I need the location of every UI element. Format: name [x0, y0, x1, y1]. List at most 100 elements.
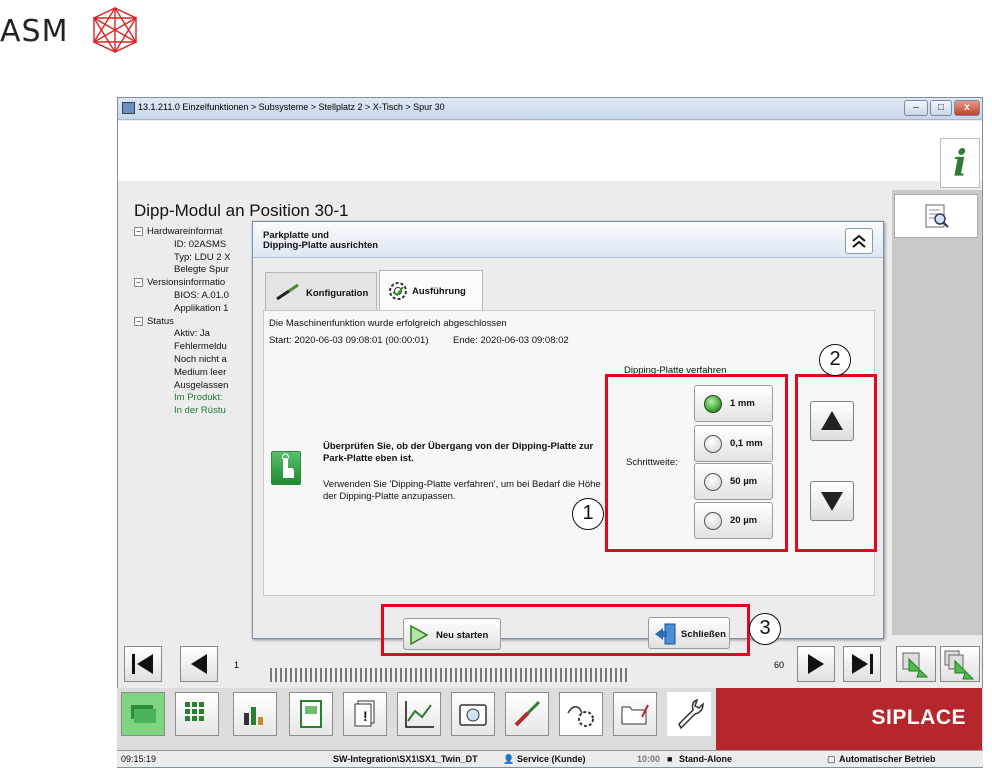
folder-icon [621, 704, 649, 725]
tree-node[interactable]: Aktiv: Ja [134, 328, 254, 341]
right-panel [892, 190, 982, 635]
asm-logo-text: ASM [0, 14, 69, 49]
tree-expander-icon[interactable]: − [134, 278, 143, 288]
next-page-button[interactable] [797, 646, 835, 682]
minimize-button[interactable]: – [904, 100, 928, 116]
header-area [118, 121, 982, 181]
status-state-icon: ▢ [827, 754, 836, 764]
tree-node-label: Versionsinformatio [147, 277, 226, 289]
instruction-text: Verwenden Sie 'Dipping-Platte verfahren'… [323, 479, 601, 502]
start-time: Start: 2020-06-03 09:08:01 (00:00:01) [269, 335, 429, 346]
align-dialog: Parkplatte und Dipping-Platte ausrichten… [252, 221, 884, 639]
tree-node-label: Applikation 1 [174, 302, 229, 314]
highlight-step-group [605, 374, 788, 552]
magnifier-document-icon [925, 204, 949, 228]
callout-2: 2 [819, 344, 851, 376]
first-page-button[interactable] [124, 646, 162, 682]
return-all-button[interactable] [940, 646, 980, 682]
tb-messages-button[interactable]: ! [343, 692, 387, 736]
tree-node-label: Aktiv: Ja [174, 328, 210, 340]
tb-chart-button[interactable] [397, 692, 441, 736]
info-icon: i [953, 143, 967, 185]
info-button[interactable]: i [940, 138, 980, 188]
status-time2: 10:00 [637, 754, 661, 764]
tree-node[interactable]: Medium leer [134, 367, 254, 380]
tree-node-label: Im Produkt: [174, 392, 223, 404]
screwdriver-tool-icon [514, 700, 541, 727]
tree-node-label: ID: 02ASMS [174, 238, 227, 250]
tb-tool-button[interactable] [505, 692, 549, 736]
tab-konfiguration[interactable]: Konfiguration [265, 272, 377, 310]
screwdriver-icon [276, 283, 299, 301]
tree-node-label: Status [147, 315, 174, 327]
tree-expander-icon[interactable]: − [134, 227, 143, 236]
tree-node-label: Fehlermeldu [174, 341, 227, 353]
tree-node[interactable]: Applikation 1 [134, 303, 254, 316]
dialog-title-line2: Dipping-Platte ausrichten [263, 240, 379, 251]
tree-node[interactable]: − Status [134, 316, 254, 329]
tree-node[interactable]: − Hardwareinformat [134, 226, 254, 239]
feeder-icon [300, 700, 322, 728]
tb-folder-button[interactable] [613, 692, 657, 736]
tb-service-button[interactable] [559, 692, 603, 736]
tb-money-button[interactable] [121, 692, 165, 736]
tab-ausfuehrung[interactable]: Ausführung [379, 270, 483, 310]
camera-icon [459, 704, 487, 726]
tb-bars-button[interactable] [233, 692, 277, 736]
tree-node-label: Typ: LDU 2 X [174, 251, 231, 263]
tree-node[interactable]: Ausgelassen [134, 380, 254, 393]
collapse-button[interactable] [845, 228, 873, 254]
tree-node[interactable]: Im Produkt: [134, 392, 254, 405]
tb-grid-button[interactable] [175, 692, 219, 736]
siplace-brand: SIPLACE [716, 688, 982, 750]
skip-first-icon [132, 654, 153, 674]
tree-node-label: Hardwareinformat [147, 226, 223, 237]
prev-icon [191, 654, 207, 674]
tree-node[interactable]: In der Rüstu [134, 405, 254, 418]
close-window-button[interactable]: x [954, 100, 980, 116]
hand-finger-icon [271, 451, 301, 485]
end-time: Ende: 2020-06-03 09:08:02 [453, 335, 569, 346]
bar-chart-icon [244, 707, 263, 725]
tab-ausfuehrung-label: Ausführung [412, 286, 466, 297]
prev-page-button[interactable] [180, 646, 218, 682]
return-button[interactable] [896, 646, 936, 682]
tree-node[interactable]: BIOS: A.01.0 [134, 290, 254, 303]
tree-node[interactable]: ID: 02ASMS [134, 239, 254, 252]
wrench-icon [678, 698, 704, 730]
page-number-left: 1 [234, 660, 240, 670]
status-time: 09:15:19 [121, 754, 157, 764]
skip-last-icon [852, 654, 873, 674]
tree-node-label: In der Rüstu [174, 405, 226, 417]
alert-documents-icon: ! [354, 700, 375, 727]
inspect-tab[interactable] [894, 194, 978, 238]
page-number-right: 60 [774, 660, 785, 670]
tree-node-label: Noch nicht a [174, 353, 227, 365]
tree-node-label: Belegte Spur [174, 264, 229, 276]
tree-node-label: Medium leer [174, 366, 227, 378]
dialog-title: Parkplatte und Dipping-Platte ausrichten [263, 231, 378, 251]
highlight-move-buttons [795, 374, 877, 552]
page-title: Dipp-Modul an Position 30-1 [134, 201, 349, 220]
double-chevron-up-icon [852, 234, 866, 248]
tb-feeder-button[interactable] [289, 692, 333, 736]
dialog-header: Parkplatte und Dipping-Platte ausrichten [253, 222, 883, 258]
instruction-bold: Überprüfen Sie, ob der Übergang von der … [323, 441, 594, 464]
tree-node[interactable]: Fehlermeldu [134, 341, 254, 354]
green-arrow-icon [902, 652, 929, 678]
tree-node[interactable]: Typ: LDU 2 X [134, 252, 254, 265]
stack-icon [131, 705, 156, 723]
info-tree: − Hardwareinformat ID: 02ASMS Typ: LDU 2 XB… [134, 226, 254, 526]
tree-node[interactable]: Belegte Spur [134, 264, 254, 277]
tb-camera-button[interactable] [451, 692, 495, 736]
tree-expander-icon[interactable]: − [134, 316, 143, 326]
grid-icon [185, 702, 204, 721]
maximize-button[interactable]: □ [930, 100, 952, 116]
tree-node-label: BIOS: A.01.0 [174, 289, 229, 301]
status-message: Die Maschinenfunktion wurde erfolgreich … [269, 318, 507, 329]
last-page-button[interactable] [843, 646, 881, 682]
tree-node[interactable]: − Versionsinformatio [134, 277, 254, 290]
status-state: Automatischer Betrieb [839, 754, 936, 764]
tb-wrench-button[interactable] [667, 692, 711, 736]
tree-node[interactable]: Noch nicht a [134, 354, 254, 367]
